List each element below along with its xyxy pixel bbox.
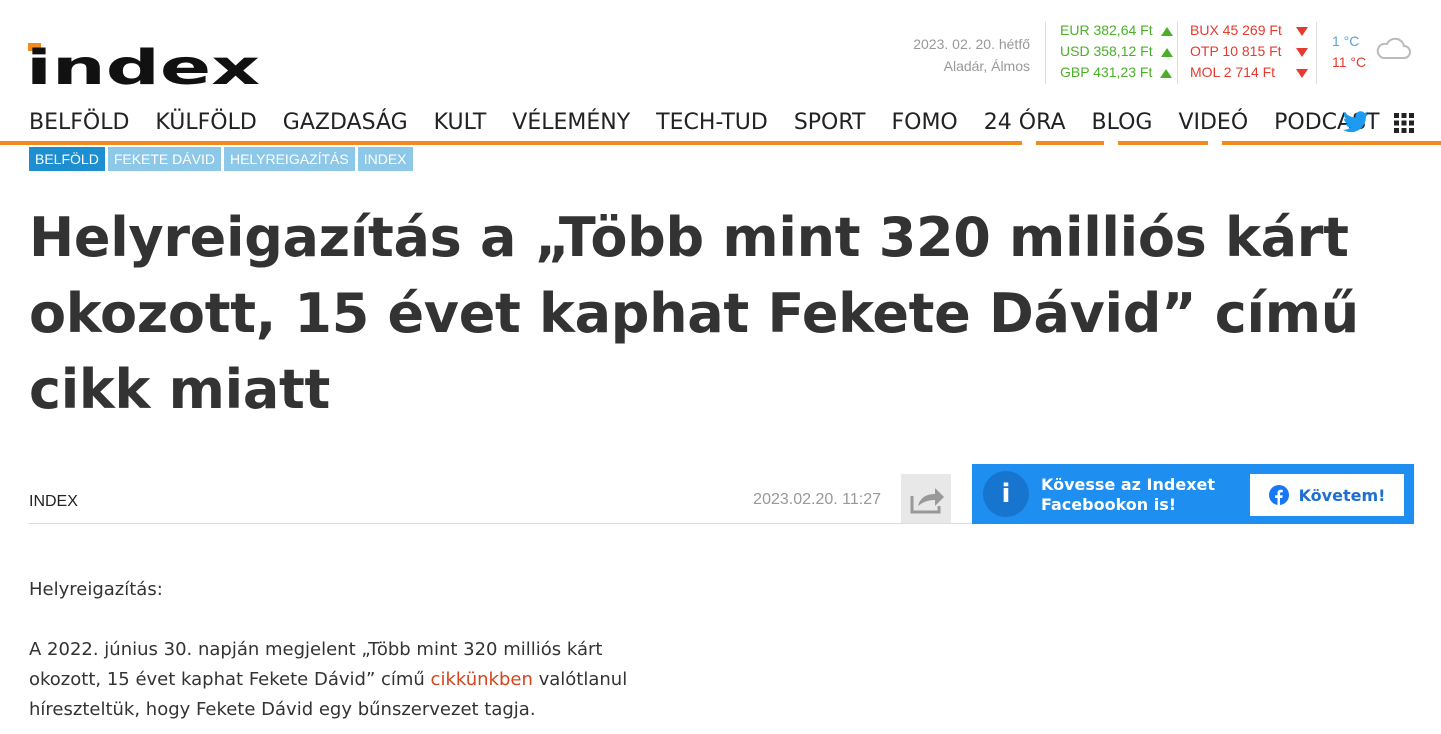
nav-item-kulfold[interactable]: KÜLFÖLD: [155, 107, 256, 139]
date-block: 2023. 02. 20. hétfő Aladár, Álmos: [880, 33, 1030, 77]
logo-text: index: [28, 40, 260, 86]
nav-item-belfold[interactable]: BELFÖLD: [29, 107, 129, 139]
facebook-follow-button-label: Követem!: [1298, 485, 1386, 505]
nav-item-fomo[interactable]: FOMO: [891, 107, 957, 139]
nav-item-kult[interactable]: KULT: [434, 107, 487, 139]
index-logo[interactable]: index: [28, 40, 260, 86]
info-badge-icon: i: [983, 471, 1029, 517]
publish-date: 2023.02.20. 11:27: [753, 491, 881, 508]
current-date: 2023. 02. 20. hétfő: [913, 36, 1030, 52]
currency-gbp[interactable]: GBP 431,23 Ft: [1060, 62, 1173, 83]
arrow-down-icon: [1160, 68, 1173, 78]
share-icon: [910, 488, 944, 514]
share-button[interactable]: [901, 474, 951, 524]
stock-bux[interactable]: BUX 45 269 Ft: [1190, 20, 1308, 41]
nav-item-blog[interactable]: BLOG: [1092, 107, 1153, 139]
nav-underline: [0, 141, 1441, 145]
nav-item-24-ora[interactable]: 24 ÓRA: [984, 107, 1066, 139]
facebook-follow-button[interactable]: Követem!: [1250, 474, 1404, 516]
arrow-down-icon: [1160, 47, 1173, 57]
currency-rates[interactable]: EUR 382,64 Ft USD 358,12 Ft GBP 431,23 F…: [1060, 20, 1173, 83]
namedays: Aladár, Álmos: [943, 58, 1030, 74]
currency-eur[interactable]: EUR 382,64 Ft: [1060, 20, 1173, 41]
tag-index[interactable]: INDEX: [357, 147, 413, 171]
currency-usd[interactable]: USD 358,12 Ft: [1060, 41, 1173, 62]
arrow-down-icon: [1295, 47, 1308, 57]
nav-item-velemeny[interactable]: VÉLEMÉNY: [512, 107, 630, 139]
weather-high: 11 °C: [1332, 54, 1367, 70]
cloud-icon[interactable]: [1374, 34, 1412, 62]
nav-item-gazdasag[interactable]: GAZDASÁG: [283, 107, 408, 139]
tag-fekete-david[interactable]: FEKETE DÁVID: [107, 147, 221, 171]
article-paragraph: A 2022. június 30. napján megjelent „Töb…: [29, 635, 669, 725]
weather-low: 1 °C: [1332, 33, 1360, 49]
article-paragraph: Helyreigazítás:: [29, 579, 163, 600]
grid-menu-icon[interactable]: [1394, 113, 1414, 133]
article-link[interactable]: cikkünkben: [431, 669, 533, 690]
arrow-down-icon: [1160, 26, 1173, 36]
tag-belfold[interactable]: BELFÖLD: [29, 147, 105, 171]
arrow-down-icon: [1296, 68, 1309, 78]
article-title: Helyreigazítás a „Több mint 320 milliós …: [29, 206, 1359, 421]
nav-item-tech-tud[interactable]: TECH-TUD: [656, 107, 768, 139]
stock-mol[interactable]: MOL 2 714 Ft: [1190, 62, 1309, 83]
article-author[interactable]: INDEX: [29, 493, 78, 511]
tag-helyreigazitas[interactable]: HELYREIGAZÍTÁS: [223, 147, 355, 171]
facebook-follow-text: Kövesse az Indexet Facebookon is!: [1041, 475, 1216, 514]
twitter-icon[interactable]: [1343, 111, 1369, 133]
nav-item-sport[interactable]: SPORT: [794, 107, 866, 139]
stock-otp[interactable]: OTP 10 815 Ft: [1190, 41, 1308, 62]
nav-item-video[interactable]: VIDEÓ: [1178, 107, 1248, 139]
stock-rates[interactable]: BUX 45 269 Ft OTP 10 815 Ft MOL 2 714 Ft: [1190, 20, 1309, 83]
main-nav: BELFÖLD KÜLFÖLD GAZDASÁG KULT VÉLEMÉNY T…: [29, 107, 1380, 139]
arrow-down-icon: [1295, 26, 1308, 36]
article-tags: BELFÖLD FEKETE DÁVID HELYREIGAZÍTÁS INDE…: [29, 147, 413, 171]
facebook-icon: [1268, 485, 1289, 505]
